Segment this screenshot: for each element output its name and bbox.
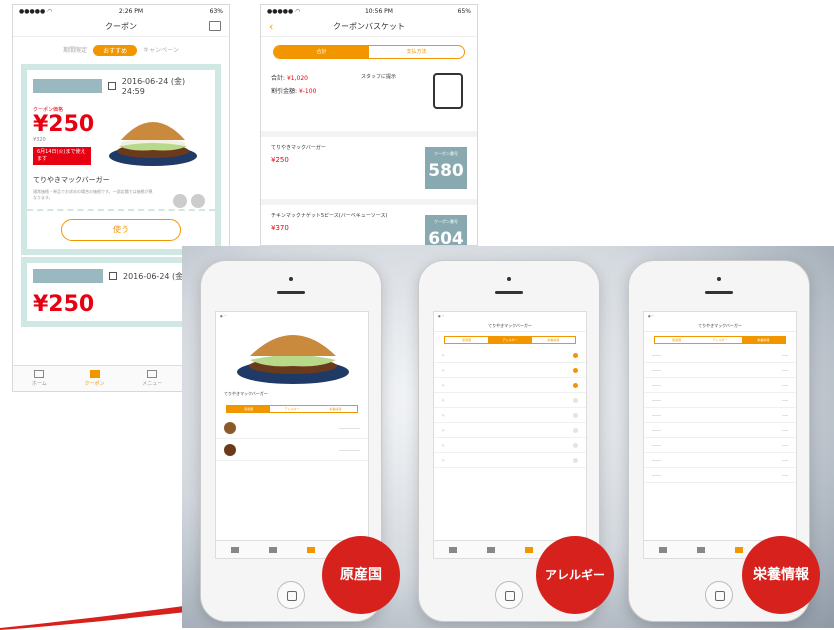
info-segment: 原産国 アレルギー 栄養情報: [444, 336, 576, 344]
coupon-basket-screen: ●●●●● ◠ 10:56 PM 65% ‹ クーポンバスケット 合計 支払方法…: [260, 4, 478, 246]
tab-home[interactable]: ホーム: [32, 370, 47, 387]
smartphone-icon: [433, 73, 463, 109]
info-icon[interactable]: [173, 194, 187, 208]
total-label: 合計:: [271, 75, 286, 82]
home-button: [705, 581, 733, 609]
back-chevron-icon[interactable]: ‹: [269, 20, 273, 33]
basket-item[interactable]: チキンマックナゲット5ピース(バーベキューソース) ¥370 クーポン番号 60…: [261, 199, 477, 246]
coupon-code-box: クーポン番号 580: [425, 147, 467, 189]
camera-icon: [717, 277, 721, 281]
basket-item-name: てりやきマックバーガー: [271, 145, 326, 151]
basket-item[interactable]: てりやきマックバーガー ¥250 クーポン番号 580: [261, 131, 477, 193]
coupon-expiry-date: 2016-06-24 (金) 24:59: [121, 77, 186, 96]
coupon-code: 604: [428, 229, 464, 246]
page-title: クーポンバスケット: [333, 22, 405, 31]
signal-icon: ●●●●● ◠: [19, 7, 53, 15]
basket-summary: 合計: ¥1,020 割引金額: ¥-100 スタッフに提示: [261, 67, 477, 125]
basket-item-name: チキンマックナゲット5ピース(バーベキューソース): [271, 213, 388, 219]
origin-badge: 原産国: [322, 536, 400, 614]
info-segment: 原産国 アレルギー 栄養情報: [654, 336, 786, 344]
tab-menu[interactable]: メニュー: [142, 370, 162, 387]
divider: [27, 209, 215, 211]
allergy-badge: アレルギー: [536, 536, 614, 614]
use-coupon-button[interactable]: 使う: [61, 219, 181, 241]
signal-icon: ●●●●● ◠: [267, 7, 301, 15]
coupon-icon: [89, 370, 100, 378]
home-button: [495, 581, 523, 609]
page-title: クーポン: [105, 22, 137, 31]
coupon-card[interactable]: 2016-06-24 (金) 24:59 クーポン価格 ¥250 ¥320 6月…: [21, 64, 221, 255]
status-time: 10:56 PM: [364, 7, 393, 15]
tab-recommended[interactable]: おすすめ: [93, 45, 138, 56]
speaker: [495, 291, 523, 294]
phone-screen: ● ◠ てりやきマックバーガー 原産国 アレルギー 栄養情報 ――― ―― ―――…: [643, 311, 797, 559]
coupon-tag: [33, 269, 103, 283]
phone-screen: ● ◠ てりやきマックバーガー 原産国 アレルギー 栄養情報 ◇ ◇ ◇ ◇ ◇…: [433, 311, 587, 559]
total-value: ¥1,020: [286, 75, 308, 82]
home-button: [277, 581, 305, 609]
phone-screen: ● ◠ てりやきマックバーガー 原産国 アレルギー 栄養情報 ――――――― ―…: [215, 311, 369, 559]
coupon-code-box: クーポン番号 604: [425, 215, 467, 246]
tab-limited[interactable]: 期間限定: [63, 45, 87, 56]
burger-image: [105, 106, 201, 170]
show-staff-label: スタッフに提示: [361, 74, 397, 80]
coupon-ribbon: 6月14日(火)まで使えます: [33, 147, 91, 165]
burger-image: [237, 335, 349, 384]
info-segment: 原産国 アレルギー 栄養情報: [226, 405, 358, 413]
product-info-photo: ● ◠ てりやきマックバーガー 原産国 アレルギー 栄養情報 ――――――― ―…: [182, 246, 834, 628]
discount-label: 割引金額:: [271, 88, 298, 95]
discount-value: ¥-100: [298, 88, 317, 95]
nav-bar: ‹ クーポンバスケット: [261, 17, 477, 37]
segment-payment[interactable]: 支払方法: [369, 46, 464, 58]
coupon-description: 通常価格・単品でお求めの場合の価格です。一部店舗では価格が異なります。: [33, 189, 153, 200]
status-time: 2:26 PM: [118, 7, 144, 15]
coupon-item-name: てりやきマックバーガー: [33, 176, 110, 184]
coupon-code: 580: [428, 161, 464, 181]
home-icon: [34, 370, 45, 378]
tab-campaign[interactable]: キャンペーン: [143, 45, 179, 56]
segment-total[interactable]: 合計: [274, 46, 369, 58]
camera-icon: [289, 277, 293, 281]
calendar-icon: [109, 272, 117, 280]
product-title: てりやきマックバーガー: [224, 391, 268, 396]
favorite-heart-icon[interactable]: [191, 194, 205, 208]
calendar-icon: [107, 82, 116, 90]
battery-percent: 65%: [457, 7, 471, 15]
coupon-tag: [33, 79, 102, 93]
status-bar: ●●●●● ◠ 10:56 PM 65%: [261, 5, 477, 17]
status-bar: ●●●●● ◠ 2:26 PM 63%: [13, 5, 229, 17]
battery-percent: 63%: [209, 7, 223, 15]
speaker: [705, 291, 733, 294]
camera-icon: [507, 277, 511, 281]
nutrition-badge: 栄養情報: [742, 536, 820, 614]
speaker: [277, 291, 305, 294]
coupon-tabs: 期間限定 おすすめ キャンペーン: [13, 37, 229, 62]
segment-control: 合計 支払方法: [273, 45, 465, 59]
tab-coupon[interactable]: クーポン: [85, 370, 105, 387]
basket-icon[interactable]: [209, 21, 221, 31]
menu-icon: [147, 370, 158, 378]
nav-bar: クーポン: [13, 17, 229, 37]
